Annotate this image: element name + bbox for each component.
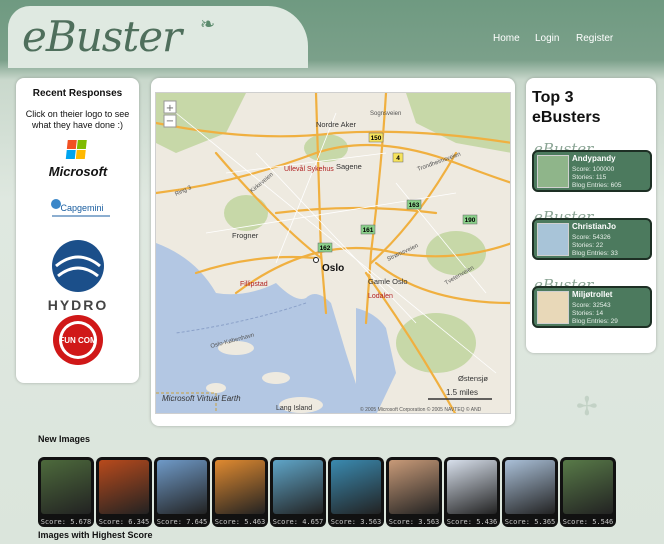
user-blog-entries: Blog Entries: 605 bbox=[572, 182, 622, 189]
recent-responses-title: Recent Responses bbox=[32, 88, 123, 99]
svg-text:190: 190 bbox=[465, 217, 476, 224]
company-logo-microsoft[interactable]: Microsoft bbox=[38, 138, 118, 184]
user-card[interactable]: eBuster Andypandy Score: 100000 Stories:… bbox=[532, 140, 652, 192]
user-blog-entries: Blog Entries: 29 bbox=[572, 318, 618, 325]
svg-text:Lang Island: Lang Island bbox=[276, 405, 312, 412]
svg-text:Gamle Oslo: Gamle Oslo bbox=[368, 277, 408, 286]
map-view[interactable]: + − 150 4 163 161 162 190 Nordre Aker Sa… bbox=[155, 92, 511, 414]
recent-responses-subtitle: Click on theier logo to see what they ha… bbox=[25, 109, 130, 130]
thumbnail-score: Score: 6.345 bbox=[98, 518, 150, 526]
thumbnail-image bbox=[157, 460, 207, 514]
thumbnail-image bbox=[505, 460, 555, 514]
image-thumbnail[interactable]: Score: 5.546 bbox=[560, 457, 616, 527]
svg-text:Sagene: Sagene bbox=[336, 162, 362, 171]
thumbnail-image bbox=[99, 460, 149, 514]
image-thumbnail[interactable]: Score: 6.345 bbox=[96, 457, 152, 527]
thumbnail-score: Score: 5.678 bbox=[40, 518, 92, 526]
user-card-box: ChristianJo Score: 54326 Stories: 22 Blo… bbox=[532, 218, 652, 260]
svg-text:Østensjø: Østensjø bbox=[458, 374, 488, 383]
image-thumbnail[interactable]: Score: 3.563 bbox=[328, 457, 384, 527]
user-card-box: Miljøtrollet Score: 32543 Stories: 14 Bl… bbox=[532, 286, 652, 328]
thumbnail-score: Score: 7.645 bbox=[156, 518, 208, 526]
user-card[interactable]: eBuster Miljøtrollet Score: 32543 Storie… bbox=[532, 276, 652, 328]
svg-text:4: 4 bbox=[396, 155, 400, 162]
site-logo[interactable]: eBuster bbox=[22, 12, 182, 61]
bird-icon: ✢ bbox=[576, 392, 598, 422]
svg-text:Lodalen: Lodalen bbox=[368, 293, 393, 300]
leaf-icon: ❧ bbox=[200, 14, 216, 35]
image-thumbnail[interactable]: Score: 5.678 bbox=[38, 457, 94, 527]
thumbnail-image bbox=[563, 460, 613, 514]
image-thumbnail[interactable]: Score: 4.657 bbox=[270, 457, 326, 527]
thumbnail-image bbox=[447, 460, 497, 514]
nav-home[interactable]: Home bbox=[493, 33, 520, 44]
thumbnail-image bbox=[41, 460, 91, 514]
user-card-box: Andypandy Score: 100000 Stories: 115 Blo… bbox=[532, 150, 652, 192]
svg-text:Capgemini: Capgemini bbox=[60, 203, 103, 213]
image-thumbnail[interactable]: Score: 3.563 bbox=[386, 457, 442, 527]
page: { "header": { "logo": "eBuster", "nav": … bbox=[0, 0, 664, 544]
thumbnail-image bbox=[331, 460, 381, 514]
svg-text:163: 163 bbox=[409, 202, 420, 209]
top3-panel: Top 3 eBusters eBuster Andypandy Score: … bbox=[526, 78, 656, 353]
company-logo-funcom[interactable]: FUN COM bbox=[38, 314, 118, 370]
avatar bbox=[537, 291, 569, 324]
new-images-strip: Score: 5.678 Score: 6.345 Score: 7.645 Scor… bbox=[38, 457, 658, 529]
user-blog-entries: Blog Entries: 33 bbox=[572, 250, 618, 257]
thumbnail-score: Score: 4.657 bbox=[272, 518, 324, 526]
new-images-title: New Images bbox=[38, 434, 91, 444]
highest-score-title: Images with Highest Score bbox=[38, 530, 153, 540]
svg-text:Oslo: Oslo bbox=[322, 263, 344, 274]
user-name[interactable]: Andypandy bbox=[572, 154, 616, 163]
svg-text:1.5 miles: 1.5 miles bbox=[446, 388, 478, 397]
svg-text:HYDRO: HYDRO bbox=[48, 297, 109, 313]
svg-text:162: 162 bbox=[320, 245, 331, 252]
svg-text:© 2005 Microsoft Corporation ©: © 2005 Microsoft Corporation © 2005 NAVT… bbox=[360, 406, 482, 413]
nav-register[interactable]: Register bbox=[576, 33, 613, 44]
svg-text:161: 161 bbox=[363, 227, 374, 234]
image-thumbnail[interactable]: Score: 7.645 bbox=[154, 457, 210, 527]
top3-title: Top 3 eBusters bbox=[532, 89, 601, 126]
map-panel: + − 150 4 163 161 162 190 Nordre Aker Sa… bbox=[151, 78, 515, 426]
nav-login[interactable]: Login bbox=[535, 33, 559, 44]
image-thumbnail[interactable]: Score: 5.463 bbox=[212, 457, 268, 527]
thumbnail-score: Score: 5.436 bbox=[446, 518, 498, 526]
company-logo-hydro[interactable]: HYDRO bbox=[38, 238, 118, 318]
thumbnail-score: Score: 5.546 bbox=[562, 518, 614, 526]
svg-text:Sognsveien: Sognsveien bbox=[370, 111, 401, 117]
user-card[interactable]: eBuster ChristianJo Score: 54326 Stories… bbox=[532, 208, 652, 260]
svg-text:Fillipstad: Fillipstad bbox=[240, 281, 268, 288]
map-graphic: + − 150 4 163 161 162 190 Nordre Aker Sa… bbox=[156, 93, 510, 413]
recent-responses-panel: Recent Responses Click on theier logo to… bbox=[16, 78, 139, 383]
thumbnail-score: Score: 5.365 bbox=[504, 518, 556, 526]
svg-text:FUN COM: FUN COM bbox=[59, 336, 97, 345]
user-name[interactable]: Miljøtrollet bbox=[572, 290, 612, 299]
avatar bbox=[537, 223, 569, 256]
thumbnail-score: Score: 3.563 bbox=[388, 518, 440, 526]
image-thumbnail[interactable]: Score: 5.436 bbox=[444, 457, 500, 527]
thumbnail-score: Score: 3.563 bbox=[330, 518, 382, 526]
user-name[interactable]: ChristianJo bbox=[572, 222, 616, 231]
thumbnail-image bbox=[273, 460, 323, 514]
thumbnail-image bbox=[215, 460, 265, 514]
svg-text:−: − bbox=[166, 116, 174, 127]
thumbnail-score: Score: 5.463 bbox=[214, 518, 266, 526]
svg-text:150: 150 bbox=[371, 135, 382, 142]
company-logo-capgemini[interactable]: Capgemini bbox=[38, 196, 118, 226]
thumbnail-image bbox=[389, 460, 439, 514]
svg-text:Microsoft Virtual Earth: Microsoft Virtual Earth bbox=[162, 394, 241, 403]
image-thumbnail[interactable]: Score: 5.365 bbox=[502, 457, 558, 527]
avatar bbox=[537, 155, 569, 188]
svg-text:Ullevål Sykehus: Ullevål Sykehus bbox=[284, 165, 334, 173]
svg-text:Frogner: Frogner bbox=[232, 231, 259, 240]
svg-text:+: + bbox=[166, 103, 174, 114]
svg-text:Nordre Aker: Nordre Aker bbox=[316, 120, 357, 129]
svg-text:Microsoft: Microsoft bbox=[49, 164, 108, 179]
